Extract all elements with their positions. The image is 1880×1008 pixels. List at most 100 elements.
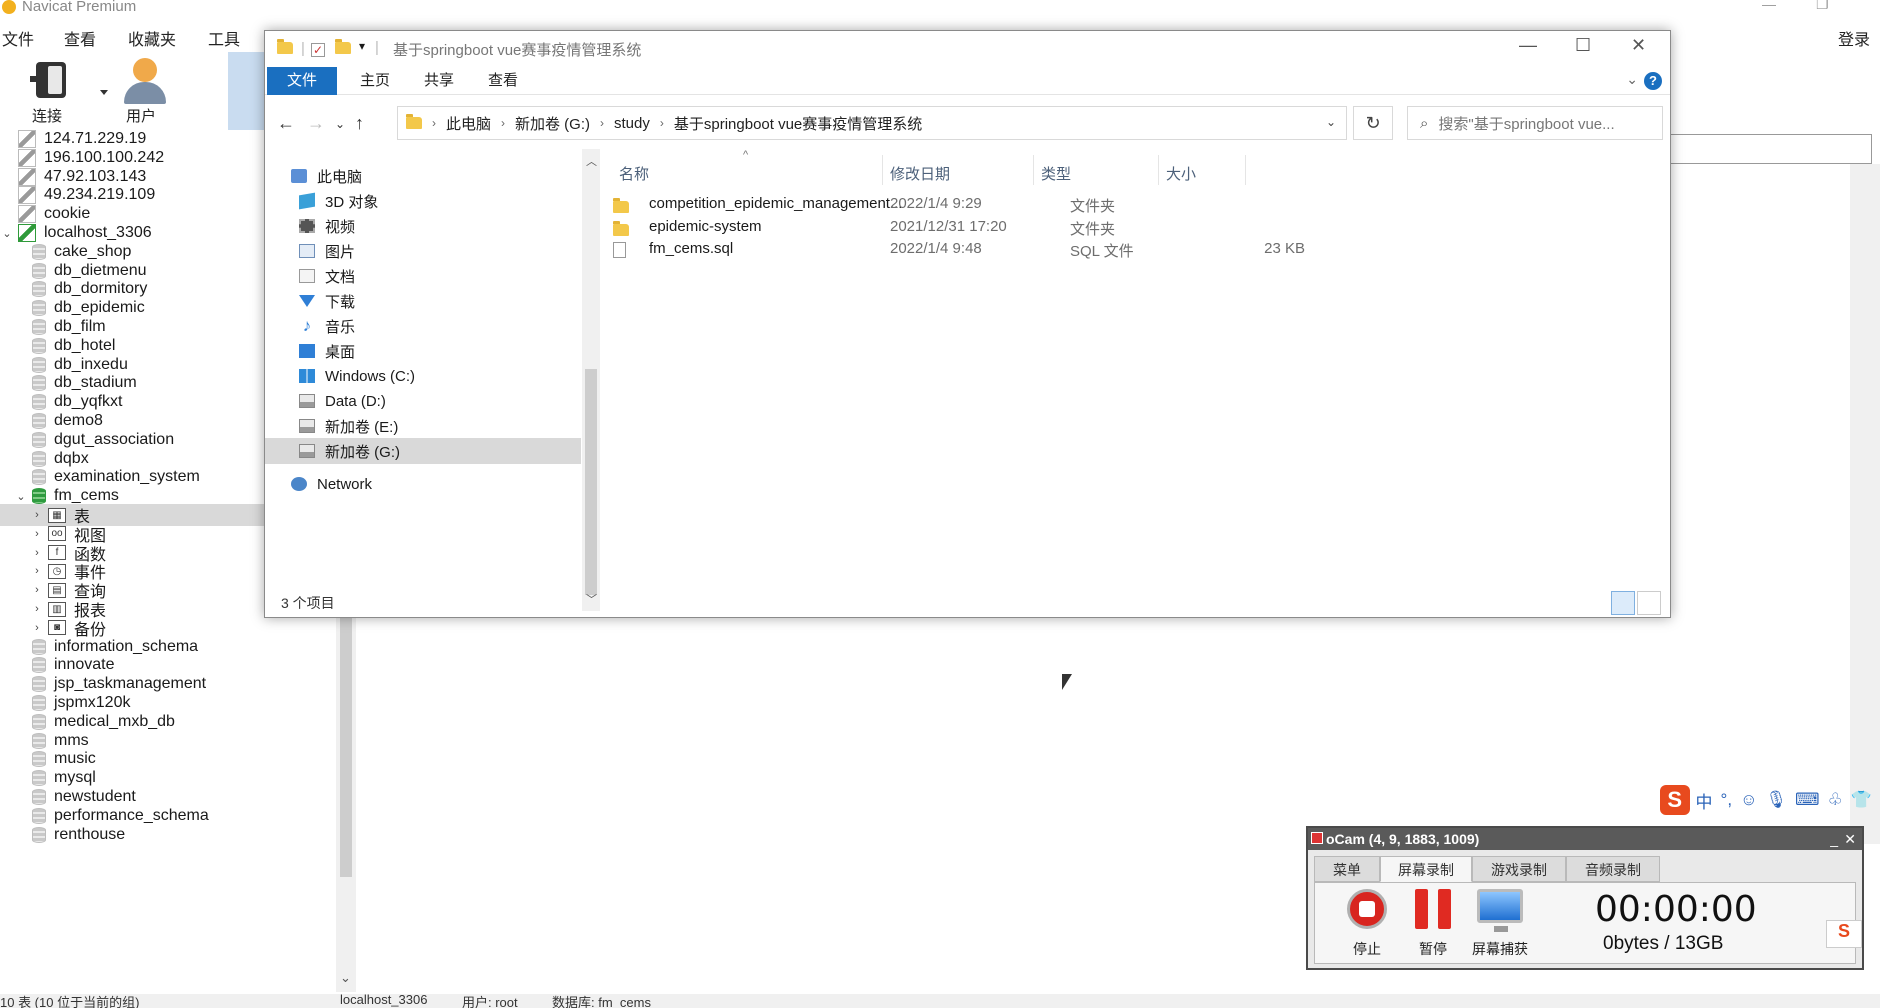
scroll-down-icon[interactable]: ⌄ (340, 970, 351, 986)
nav-item[interactable]: 文档 (265, 263, 581, 289)
screen-capture-button[interactable]: 屏幕捕获 (1467, 885, 1533, 961)
address-dropdown-icon[interactable]: ⌄ (1326, 115, 1336, 129)
tab-audio-recording[interactable]: 音频录制 (1566, 856, 1660, 882)
expand-caret-icon[interactable]: ⌄ (0, 227, 14, 240)
refresh-button[interactable]: ↻ (1353, 106, 1393, 140)
nav-item[interactable]: 新加卷 (E:) (265, 413, 581, 439)
nav-item[interactable]: 视频 (265, 213, 581, 239)
forward-arrow-icon[interactable]: → (307, 113, 325, 134)
nav-item[interactable]: 新加卷 (G:) (265, 438, 581, 464)
stop-button[interactable]: 停止 (1335, 885, 1399, 961)
tab-screen-recording[interactable]: 屏幕录制 (1380, 856, 1472, 882)
tab-game-recording[interactable]: 游戏录制 (1472, 856, 1566, 882)
breadcrumb-study[interactable]: study (614, 115, 650, 132)
login-button[interactable]: 登录 (1838, 26, 1870, 50)
sogou-logo-icon[interactable]: S (1660, 785, 1690, 815)
expand-caret-icon[interactable]: › (30, 603, 44, 615)
large-icons-view-icon[interactable] (1637, 591, 1661, 615)
menu-view[interactable]: 查看 (64, 26, 96, 50)
menu-tools[interactable]: 工具 (208, 26, 240, 50)
tab-file[interactable]: 文件 (267, 67, 337, 95)
tab-home[interactable]: 主页 (345, 67, 405, 95)
new-folder-icon[interactable] (335, 39, 351, 58)
nav-item[interactable]: 下载 (265, 288, 581, 314)
expand-caret-icon[interactable]: › (30, 528, 44, 540)
breadcrumb-this-pc[interactable]: 此电脑 (446, 113, 491, 134)
quick-access-dropdown-icon[interactable]: ▾ (359, 39, 365, 53)
folder-icon[interactable] (277, 39, 293, 58)
microphone-icon[interactable]: 🎙 (1765, 790, 1787, 810)
expand-caret-icon[interactable]: ⌄ (14, 490, 28, 503)
tree-item-label: db_dormitory (54, 280, 148, 298)
tab-menu[interactable]: 菜单 (1314, 856, 1380, 882)
back-arrow-icon[interactable]: ← (277, 113, 295, 134)
column-divider[interactable] (1033, 155, 1034, 185)
nav-item[interactable]: Network (265, 471, 581, 497)
expand-caret-icon[interactable]: › (30, 509, 44, 521)
tree-item-label: mms (54, 731, 89, 749)
emoji-icon[interactable]: ☺ (1740, 790, 1757, 810)
minimize-icon[interactable]: — (1519, 35, 1537, 56)
column-divider[interactable] (882, 155, 883, 185)
details-view-icon[interactable] (1611, 591, 1635, 615)
breadcrumb-drive-g[interactable]: 新加卷 (G:) (515, 113, 590, 134)
menu-file[interactable]: 文件 (2, 26, 34, 50)
column-header-date[interactable]: 修改日期 (890, 163, 950, 184)
close-icon[interactable]: ✕ (1844, 828, 1856, 850)
tab-share[interactable]: 共享 (409, 67, 469, 95)
database-icon (32, 243, 46, 260)
nav-item[interactable]: 3D 对象 (265, 188, 581, 214)
close-icon[interactable]: ✕ (1631, 35, 1646, 56)
keyboard-icon[interactable]: ⌨ (1795, 790, 1820, 810)
breadcrumb-chevron-icon[interactable]: › (432, 116, 436, 130)
user-button[interactable]: 用户 (106, 52, 176, 128)
nav-item[interactable]: Data (D:) (265, 388, 581, 414)
address-bar[interactable]: › 此电脑 › 新加卷 (G:) › study › 基于springboot … (397, 106, 1347, 140)
properties-icon[interactable]: ✓ (311, 41, 325, 58)
breadcrumb-chevron-icon[interactable]: › (501, 116, 505, 130)
breadcrumb-current-folder[interactable]: 基于springboot vue赛事疫情管理系统 (674, 113, 922, 134)
minimize-icon[interactable]: _ (1830, 828, 1838, 850)
column-divider[interactable] (1245, 155, 1246, 185)
nav-item[interactable]: ♪ 音乐 (265, 313, 581, 339)
nav-item[interactable]: 图片 (265, 238, 581, 264)
expand-caret-icon[interactable]: › (30, 547, 44, 559)
expand-caret-icon[interactable]: › (30, 565, 44, 577)
ime-language-toggle[interactable]: 中 (1696, 788, 1713, 813)
up-arrow-icon[interactable]: ↑ (355, 113, 364, 134)
sogou-side-icon[interactable]: S (1826, 920, 1862, 948)
tree-item[interactable]: renthouse (14, 824, 340, 846)
connect-button[interactable]: 连接 (12, 52, 108, 128)
navicat-objects-tab[interactable] (228, 52, 264, 130)
breadcrumb-chevron-icon[interactable]: › (660, 116, 664, 130)
maximize-icon[interactable]: ☐ (1575, 35, 1591, 56)
navigation-pane-scrollbar[interactable]: ︿ ﹀ (582, 149, 600, 611)
navicat-search-box[interactable] (1668, 134, 1872, 164)
expand-caret-icon[interactable]: › (30, 584, 44, 596)
navigation-pane-scrollbar-thumb[interactable] (585, 369, 597, 595)
file-row[interactable]: fm_cems.sql 2022/1/4 9:48 SQL 文件 23 KB (601, 236, 1671, 263)
breadcrumb-chevron-icon[interactable]: › (600, 116, 604, 130)
recent-locations-icon[interactable]: ⌄ (335, 117, 345, 131)
tree-scrollbar-thumb[interactable] (340, 612, 352, 877)
help-icon[interactable]: ? (1644, 72, 1662, 90)
shirt-icon[interactable]: 👕 (1851, 790, 1872, 810)
column-divider[interactable] (1158, 155, 1159, 185)
pause-button[interactable]: 暂停 (1401, 885, 1465, 961)
nav-item[interactable]: Windows (C:) (265, 363, 581, 389)
minimize-icon[interactable]: — (1762, 0, 1776, 12)
expand-ribbon-icon[interactable]: ⌄ (1626, 71, 1638, 88)
tab-view[interactable]: 查看 (473, 67, 533, 95)
nav-item[interactable]: 桌面 (265, 338, 581, 364)
search-input[interactable]: ⌕ 搜索"基于springboot vue... (1407, 106, 1663, 140)
column-header-type[interactable]: 类型 (1041, 163, 1071, 184)
column-header-size[interactable]: 大小 (1166, 163, 1196, 184)
restore-icon[interactable]: ❐ (1816, 0, 1829, 13)
nav-item[interactable]: 此电脑 (265, 163, 581, 189)
expand-caret-icon[interactable]: › (30, 622, 44, 634)
menu-favorites[interactable]: 收藏夹 (128, 26, 176, 50)
column-header-name[interactable]: 名称 (619, 163, 649, 184)
ime-punctuation-toggle[interactable]: °, (1721, 790, 1733, 810)
scroll-up-icon[interactable]: ︿ (586, 153, 597, 169)
skin-icon[interactable]: ♧ (1828, 790, 1843, 810)
